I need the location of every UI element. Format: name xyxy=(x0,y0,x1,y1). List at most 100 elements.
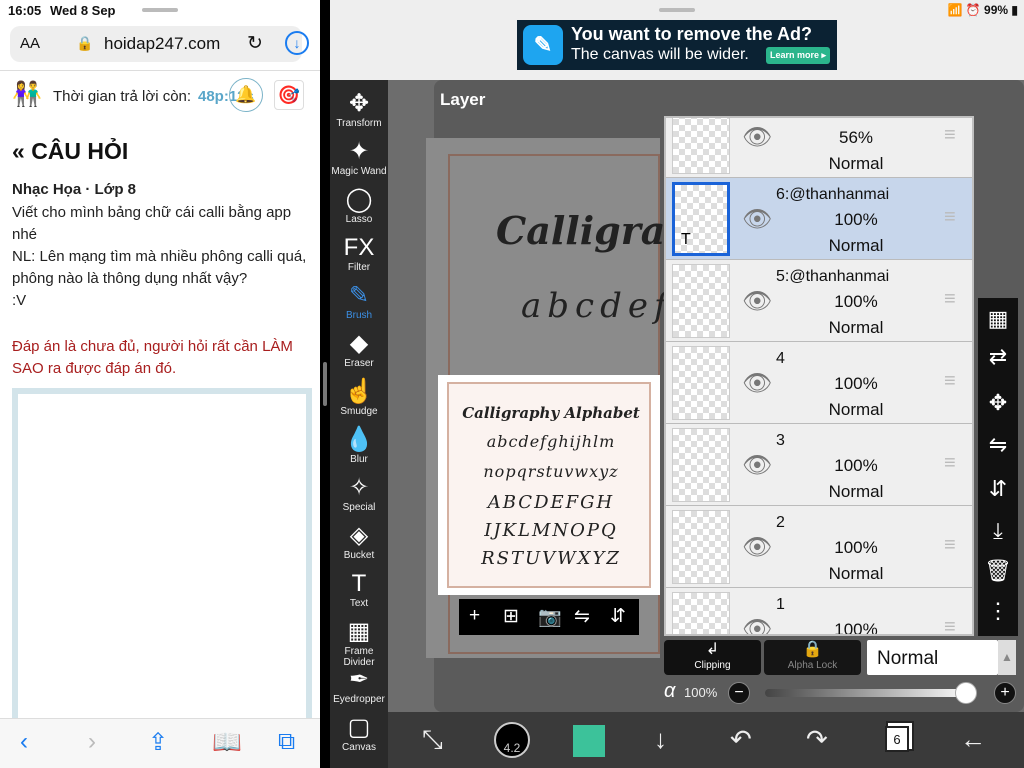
opacity-decrease-button[interactable]: − xyxy=(728,682,750,704)
tool-magic-wand[interactable]: ✦ Magic Wand xyxy=(330,138,388,186)
drag-handle-icon[interactable]: ≡ xyxy=(944,534,956,557)
visibility-eye-icon[interactable]: 👁 xyxy=(742,451,772,480)
question-meta[interactable]: Nhạc Họa · Lớp 8 xyxy=(12,181,136,198)
clipping-icon: ↲ xyxy=(705,641,720,658)
layer-row[interactable]: 👁 56% Normal ≡ xyxy=(666,118,972,178)
layer-row[interactable]: 👁 1 100% ≡ xyxy=(666,588,972,634)
download-icon[interactable]: ↓ xyxy=(285,31,309,55)
drag-handle-icon[interactable]: ≡ xyxy=(944,452,956,475)
tool-lasso[interactable]: ◯ Lasso xyxy=(330,186,388,234)
add-layer-icon[interactable]: + xyxy=(469,605,480,627)
address-bar[interactable]: AA 🔒 hoidap247.com ↻ xyxy=(10,26,302,62)
split-view-divider[interactable] xyxy=(320,0,330,768)
back-arrow-icon[interactable]: ← xyxy=(960,724,986,755)
back-icon[interactable]: ‹ xyxy=(20,728,28,756)
visibility-eye-icon[interactable]: 👁 xyxy=(742,287,772,316)
more-icon[interactable]: ⋮ xyxy=(978,598,1018,624)
drag-handle-icon[interactable]: ≡ xyxy=(944,206,956,229)
drag-handle-icon[interactable]: ≡ xyxy=(944,370,956,393)
tool-eyedropper[interactable]: ✒ Eyedropper xyxy=(330,666,388,714)
drag-handle-icon[interactable]: ≡ xyxy=(944,288,956,311)
share-icon[interactable]: ⇪ xyxy=(148,728,168,757)
tool-canvas[interactable]: ▢ Canvas xyxy=(330,714,388,762)
layer-thumbnail[interactable] xyxy=(672,510,730,584)
url-host[interactable]: hoidap247.com xyxy=(104,34,220,54)
forward-icon[interactable]: › xyxy=(88,728,96,756)
blend-mode-select[interactable]: Normal xyxy=(867,640,998,675)
flip-vertical-icon[interactable]: ⇵ xyxy=(610,605,626,628)
multitask-handle[interactable] xyxy=(142,8,178,12)
tool-brush[interactable]: ✎ Brush xyxy=(330,282,388,330)
tool-switch-icon[interactable]: ⤡ xyxy=(422,724,443,756)
delete-icon[interactable]: 🗑 xyxy=(978,558,1018,584)
undo-icon[interactable]: ↶ xyxy=(730,724,752,755)
layer-row[interactable]: 👁 3 100% Normal ≡ xyxy=(666,424,972,506)
layer-convert-icon[interactable]: ⇄ xyxy=(978,344,1018,370)
mirror-icon[interactable]: ⇋ xyxy=(978,432,1018,458)
layer-row[interactable]: T 👁 6:@thanhanmai 100% Normal ≡ xyxy=(666,178,972,260)
ad-banner-area: 📶 ⏰ 99% ▮ ✎ You want to remove the Ad? T… xyxy=(330,0,1024,80)
multitask-handle[interactable] xyxy=(659,8,695,12)
brush-size-button[interactable]: 4.2 xyxy=(494,722,530,758)
layer-thumbnail[interactable] xyxy=(672,428,730,502)
layer-row[interactable]: 👁 2 100% Normal ≡ xyxy=(666,506,972,588)
tool-text[interactable]: T Text xyxy=(330,570,388,618)
add-special-layer-icon[interactable]: ⊞ xyxy=(503,605,519,628)
drag-handle-icon[interactable]: ≡ xyxy=(944,124,956,147)
tabs-icon[interactable]: ⧉ xyxy=(278,728,295,756)
layer-list[interactable]: 👁 56% Normal ≡ T 👁 6:@thanhanmai 100% Normal ≡ 👁 5:… xyxy=(664,116,974,636)
clipping-button[interactable]: ↲ Clipping xyxy=(664,640,761,675)
tool-blur[interactable]: 💧 Blur xyxy=(330,426,388,474)
tool-filter[interactable]: FX Filter xyxy=(330,234,388,282)
text-size-button[interactable]: AA xyxy=(20,35,40,52)
visibility-eye-icon[interactable]: 👁 xyxy=(742,369,772,398)
visibility-eye-icon[interactable]: 👁 xyxy=(742,533,772,562)
tool-special[interactable]: ✧ Special xyxy=(330,474,388,522)
visibility-eye-icon[interactable]: 👁 xyxy=(742,205,772,234)
visibility-eye-icon[interactable]: 👁 xyxy=(742,123,772,152)
section-title-text: CÂU HỎI xyxy=(31,138,129,164)
layer-name: 3 xyxy=(776,432,785,449)
paint-app-pane: 📶 ⏰ 99% ▮ ✎ You want to remove the Ad? T… xyxy=(330,0,1024,768)
ad-banner[interactable]: ✎ You want to remove the Ad? The canvas … xyxy=(517,20,837,70)
tool-frame-divider[interactable]: ▦ Frame Divider xyxy=(330,618,388,668)
layer-thumbnail[interactable] xyxy=(672,118,730,174)
tool-transform[interactable]: ✥ Transform xyxy=(330,90,388,138)
mascot-icon[interactable]: 🎯 xyxy=(274,80,304,110)
layer-preview[interactable]: Calligraphy Alphabet abcdefghijhlm nopqr… xyxy=(438,375,660,595)
layer-thumbnail[interactable] xyxy=(672,592,730,634)
transparency-icon[interactable]: ▦ xyxy=(978,306,1018,332)
answer-box[interactable] xyxy=(12,388,312,718)
layer-thumbnail[interactable] xyxy=(672,264,730,338)
layer-opacity: 56% xyxy=(838,128,874,147)
merge-down-icon[interactable]: ⤓ xyxy=(978,518,1018,544)
opacity-increase-button[interactable]: + xyxy=(994,682,1016,704)
move-icon[interactable]: ✥ xyxy=(978,390,1018,416)
layer-count-button[interactable]: 6 xyxy=(885,726,909,752)
alpha-lock-button[interactable]: 🔒 Alpha Lock xyxy=(764,640,861,675)
flip-icon[interactable]: ⇵ xyxy=(978,476,1018,502)
tool-smudge[interactable]: ☝ Smudge xyxy=(330,378,388,426)
color-swatch[interactable] xyxy=(573,725,605,757)
drag-handle-icon[interactable]: ≡ xyxy=(944,616,956,634)
layer-row[interactable]: 👁 4 100% Normal ≡ xyxy=(666,342,972,424)
down-arrow-icon[interactable]: ↓ xyxy=(654,724,667,755)
learn-more-button[interactable]: Learn more ▸ xyxy=(766,47,830,64)
tool-bucket[interactable]: ◈ Bucket xyxy=(330,522,388,570)
opacity-slider-knob[interactable] xyxy=(955,682,977,704)
layer-thumbnail[interactable] xyxy=(672,346,730,420)
flip-horizontal-icon[interactable]: ⇋ xyxy=(574,605,590,628)
layer-row[interactable]: 👁 5:@thanhanmai 100% Normal ≡ xyxy=(666,260,972,342)
opacity-value: 100% xyxy=(684,685,718,700)
reload-icon[interactable]: ↻ xyxy=(247,32,263,55)
camera-icon[interactable]: 📷 xyxy=(538,605,562,629)
blend-mode-arrow-icon[interactable]: ▲ xyxy=(998,640,1016,675)
bookmarks-icon[interactable]: 📖 xyxy=(212,728,242,757)
redo-icon[interactable]: ↷ xyxy=(806,724,828,755)
opacity-slider[interactable] xyxy=(765,689,971,697)
layer-thumbnail[interactable]: T xyxy=(672,182,730,256)
visibility-eye-icon[interactable]: 👁 xyxy=(742,615,772,634)
bell-icon[interactable]: 🔔 xyxy=(229,78,263,112)
tool-eraser[interactable]: ◆ Eraser xyxy=(330,330,388,378)
divider-handle[interactable] xyxy=(323,362,327,406)
